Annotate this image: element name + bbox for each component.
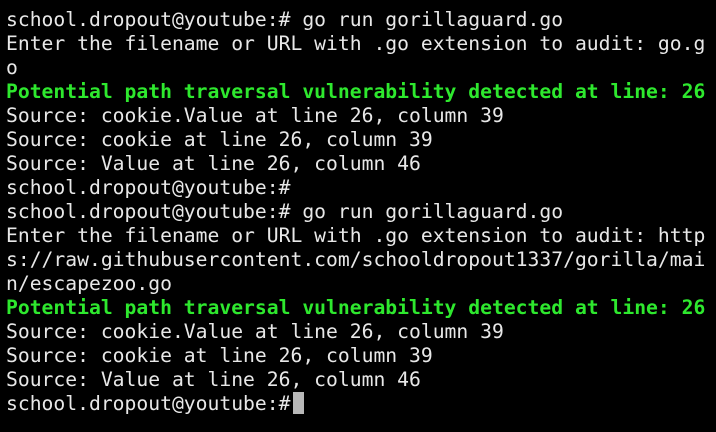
- terminal-line-input-prompt: Enter the filename or URL with .go exten…: [6, 32, 706, 55]
- terminal-line-vulnerability-alert: Potential path traversal vulnerability d…: [6, 296, 706, 319]
- terminal-cursor: [293, 392, 305, 414]
- terminal-line-prompt: school.dropout@youtube:#: [6, 176, 291, 199]
- terminal-line-source: Source: cookie at line 26, column 39: [6, 128, 433, 151]
- terminal-line-input-wrap: s://raw.githubusercontent.com/schooldrop…: [6, 248, 706, 271]
- terminal-line-command: school.dropout@youtube:# go run gorillag…: [6, 8, 564, 31]
- terminal-active-prompt-line[interactable]: school.dropout@youtube:#: [6, 392, 716, 416]
- terminal-line-source: Source: Value at line 26, column 46: [6, 152, 421, 175]
- terminal-line-vulnerability-alert: Potential path traversal vulnerability d…: [6, 80, 706, 103]
- terminal-prompt: school.dropout@youtube:#: [6, 392, 291, 415]
- terminal-line-source: Source: cookie at line 26, column 39: [6, 344, 433, 367]
- terminal-line-source: Source: cookie.Value at line 26, column …: [6, 104, 504, 127]
- terminal-line-input-wrap: o: [6, 56, 18, 79]
- terminal-line-source: Source: cookie.Value at line 26, column …: [6, 320, 504, 343]
- terminal-window[interactable]: school.dropout@youtube:# go run gorillag…: [0, 0, 716, 432]
- terminal-line-input-wrap: n/escapezoo.go: [6, 272, 172, 295]
- terminal-line-input-prompt: Enter the filename or URL with .go exten…: [6, 224, 706, 247]
- terminal-line-command: school.dropout@youtube:# go run gorillag…: [6, 200, 564, 223]
- terminal-line-source: Source: Value at line 26, column 46: [6, 368, 421, 391]
